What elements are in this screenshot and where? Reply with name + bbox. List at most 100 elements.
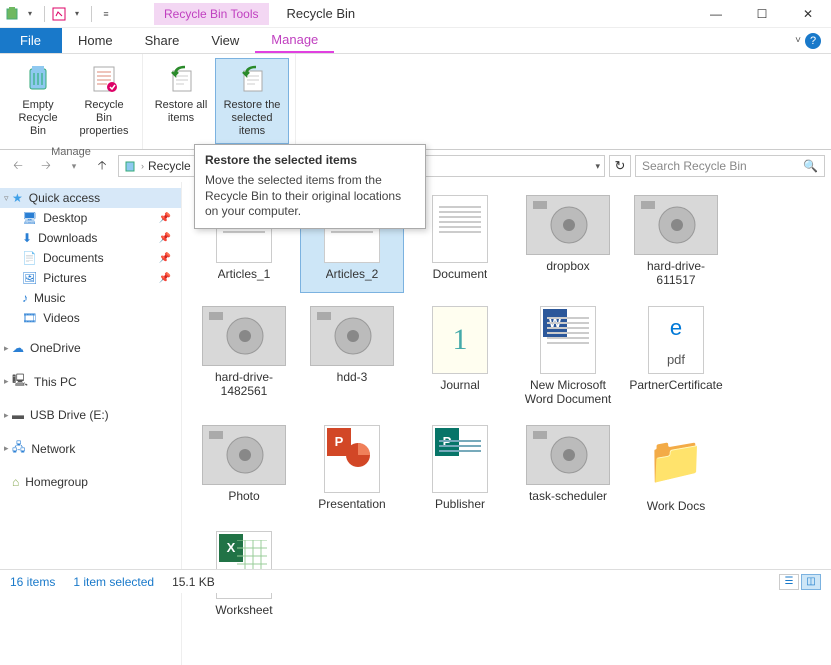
file-item[interactable]: PPresentation [300,420,404,518]
sidebar-item-label: Network [31,442,75,456]
sidebar-item-network[interactable]: ▸🖧 Network [0,435,181,462]
onedrive-icon: ☁ [12,341,24,355]
tab-share[interactable]: Share [129,28,196,53]
details-view-button[interactable]: ☰ [779,574,799,590]
music-icon: ♪ [22,291,28,305]
usb-icon: ▬ [12,408,24,422]
file-item[interactable]: WNew Microsoft Word Document [516,301,620,412]
chevron-right-icon[interactable]: ▸ [4,410,9,421]
chevron-right-icon[interactable]: ▸ [4,443,9,454]
file-item[interactable]: hard-drive-611517 [624,190,728,293]
sidebar-item-videos[interactable]: 🎞 Videos [0,308,181,328]
chevron-down-icon[interactable]: ▿ [4,193,9,204]
minimize-button[interactable]: — [693,0,739,28]
sidebar-item-label: This PC [34,375,77,389]
qa-dropdown-icon[interactable]: ▾ [22,6,38,22]
file-item-label: Publisher [435,497,485,511]
file-item-label: Photo [228,489,259,503]
ribbon-tabs: File Home Share View Manage ˅ ? [0,28,831,54]
tooltip-body: Move the selected items from the Recycle… [205,173,415,220]
sidebar-item-onedrive[interactable]: ▸☁OneDrive [0,338,181,358]
ribbon-collapse-icon[interactable]: ˅ [795,35,801,46]
sidebar-item-homegroup[interactable]: ⌂ Homegroup [0,472,181,492]
homegroup-icon: ⌂ [12,475,19,489]
refresh-button[interactable]: ↻ [609,155,631,177]
tooltip-title: Restore the selected items [205,153,415,167]
address-path: Recycle [148,159,191,173]
qa-dropdown2-icon[interactable]: ▾ [69,6,85,22]
network-icon: 🖧 [12,438,25,459]
file-item-label: Work Docs [647,499,705,513]
app-icon [4,6,20,22]
restore-selected-items-button[interactable]: Restore the selected items [215,58,289,144]
sidebar-item-label: USB Drive (E:) [30,408,109,422]
videos-icon: 🎞 [22,311,37,325]
up-button[interactable]: 🡡 [90,154,114,178]
file-item[interactable]: 📁Work Docs [624,420,728,518]
file-item[interactable]: hard-drive-1482561 [192,301,296,412]
chevron-right-icon[interactable]: ▸ [4,343,9,354]
sidebar-item-label: Pictures [43,271,86,285]
tab-view[interactable]: View [195,28,255,53]
restore-all-items-label: Restore all items [152,99,210,125]
status-bar: 16 items 1 item selected 15.1 KB ☰ ◫ [0,569,831,593]
ribbon-group-manage: Empty Recycle Bin Recycle Bin properties… [0,54,143,149]
downloads-icon: ⬇ [22,231,32,245]
file-item-label: task-scheduler [529,489,607,503]
sidebar-item-label: Videos [43,311,79,325]
icons-view-button[interactable]: ◫ [801,574,821,590]
sidebar-item-music[interactable]: ♪Music [0,288,181,308]
file-item-label: Document [433,267,488,281]
tab-home[interactable]: Home [62,28,129,53]
sidebar-item-label: Quick access [29,191,100,205]
file-item-label: Articles_1 [218,267,271,281]
star-icon: ★ [12,191,23,205]
file-item-label: PartnerCertificate [629,378,722,392]
tab-file[interactable]: File [0,28,62,53]
tab-manage[interactable]: Manage [255,28,334,53]
search-box[interactable]: Search Recycle Bin 🔍 [635,155,825,177]
sidebar-item-label: Downloads [38,231,97,245]
history-dropdown[interactable]: ▾ [62,154,86,178]
file-item[interactable]: PPublisher [408,420,512,518]
maximize-button[interactable]: ☐ [739,0,785,28]
recycle-bin-icon [123,159,137,173]
restore-selected-items-label: Restore the selected items [218,99,286,139]
file-item[interactable]: hdd-3 [300,301,404,412]
close-button[interactable]: ✕ [785,0,831,28]
empty-recycle-bin-label: Empty Recycle Bin [9,99,67,139]
status-item-count: 16 items [10,575,55,589]
qa-overflow-icon[interactable]: ≡ [98,6,114,22]
ribbon-group-restore: Restore all items Restore the selected i… [143,54,296,149]
help-icon[interactable]: ? [805,33,821,49]
qa-properties-icon[interactable] [51,6,67,22]
recycle-bin-properties-button[interactable]: Recycle Bin properties [72,58,136,144]
sidebar-item-documents[interactable]: 📄Documents📌 [0,248,181,268]
tooltip: Restore the selected items Move the sele… [194,144,426,229]
sidebar-item-desktop[interactable]: 🖥Desktop📌 [0,208,181,228]
file-item[interactable]: epdfPartnerCertificate [624,301,728,412]
pin-icon: 📌 [159,213,171,224]
pin-icon: 📌 [159,253,171,264]
chevron-right-icon[interactable]: ▸ [4,376,9,387]
address-dropdown-icon[interactable]: ▾ [595,161,600,172]
restore-all-items-button[interactable]: Restore all items [149,58,213,144]
empty-recycle-bin-button[interactable]: Empty Recycle Bin [6,58,70,144]
sidebar-item-pictures[interactable]: 🖼Pictures📌 [0,268,181,288]
file-item-label: New Microsoft Word Document [521,378,615,407]
file-item[interactable]: Photo [192,420,296,518]
sidebar-item-quick-access[interactable]: ▿ ★ Quick access [0,188,181,208]
pictures-icon: 🖼 [22,271,37,285]
file-item-label: hdd-3 [337,370,368,384]
search-placeholder: Search Recycle Bin [642,159,747,173]
file-item[interactable]: task-scheduler [516,420,620,518]
sidebar-item-this-pc[interactable]: ▸🖳This PC [0,368,181,395]
sidebar-item-usb-drive[interactable]: ▸▬ USB Drive (E:) [0,405,181,425]
pin-icon: 📌 [159,233,171,244]
sidebar-item-label: Homegroup [25,475,88,489]
file-item[interactable]: 1Journal [408,301,512,412]
file-item-label: dropbox [546,259,589,273]
sidebar-item-downloads[interactable]: ⬇ Downloads 📌 [0,228,181,248]
back-button[interactable]: 🡠 [6,154,30,178]
file-item[interactable]: dropbox [516,190,620,293]
